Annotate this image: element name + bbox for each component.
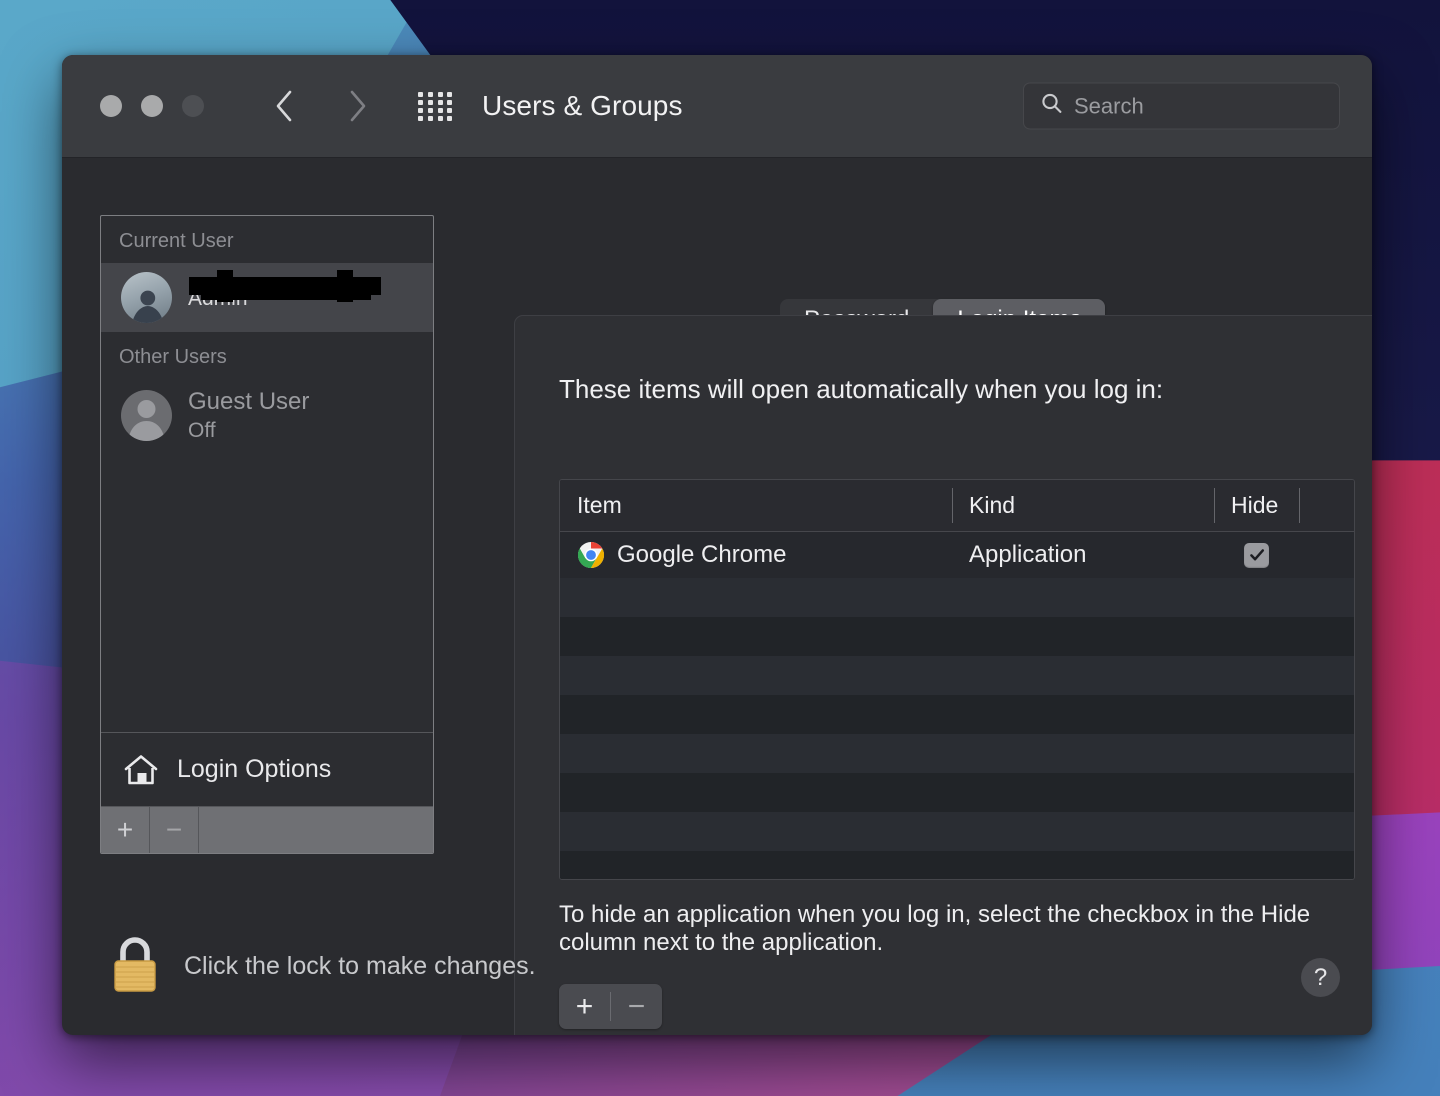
sidebar-item-login-options[interactable]: Login Options: [101, 732, 433, 806]
table-empty-row: [560, 617, 1354, 656]
cell-kind: Application: [969, 541, 1087, 568]
login-items-table: Item Kind Hide Google Chrome Application: [559, 479, 1355, 880]
item-name: Google Chrome: [617, 541, 787, 568]
minimize-button[interactable]: [141, 95, 163, 117]
column-header-item[interactable]: Item: [560, 480, 952, 531]
desktop-wallpaper: Users & Groups Current User: [0, 0, 1440, 1096]
cell-hide: [1214, 542, 1299, 568]
sidebar-item-current-user[interactable]: Admin: [101, 263, 433, 332]
search-input[interactable]: [1074, 93, 1362, 119]
avatar: [121, 390, 172, 442]
traffic-light-buttons: [100, 95, 204, 117]
current-user-header: Current User: [119, 230, 234, 252]
chrome-icon: [577, 542, 605, 569]
login-options-label: Login Options: [177, 755, 332, 783]
sidebar-toolbar: + −: [101, 806, 433, 853]
table-empty-row: [560, 734, 1354, 773]
column-header-trailing: [1299, 480, 1354, 531]
search-icon: [1040, 92, 1064, 121]
add-user-button[interactable]: +: [101, 807, 150, 853]
lock-row[interactable]: Click the lock to make changes.: [108, 935, 536, 997]
table-empty-row: [560, 773, 1354, 812]
help-button[interactable]: ?: [1301, 958, 1340, 997]
closed-lock-icon[interactable]: [108, 935, 162, 997]
table-empty-row: [560, 656, 1354, 695]
hide-checkbox[interactable]: [1244, 542, 1269, 568]
window-body: Current User Admin Other Users Guest Use…: [62, 158, 1372, 1035]
table-empty-row: [560, 851, 1354, 879]
guest-user-status: Off: [188, 419, 216, 443]
table-empty-row: [560, 695, 1354, 734]
home-icon: [124, 754, 158, 784]
column-header-kind[interactable]: Kind: [952, 480, 1214, 531]
table-row[interactable]: Google Chrome Application: [560, 532, 1354, 578]
avatar: [121, 272, 172, 323]
generic-person-icon: [128, 400, 165, 442]
users-sidebar: Current User Admin Other Users Guest Use…: [100, 215, 434, 854]
sidebar-toolbar-filler: [199, 807, 433, 853]
window-titlebar: Users & Groups: [62, 55, 1372, 158]
forward-button[interactable]: [338, 84, 378, 128]
page-title: Users & Groups: [482, 90, 683, 121]
search-field[interactable]: [1023, 82, 1362, 130]
remove-user-button[interactable]: −: [150, 807, 199, 853]
user-photo-silhouette: [131, 290, 163, 323]
back-button[interactable]: [264, 84, 304, 128]
column-header-hide[interactable]: Hide: [1214, 480, 1299, 531]
sidebar-item-guest-user[interactable]: Guest User Off: [101, 379, 433, 453]
cell-item: Google Chrome: [560, 541, 952, 569]
checkmark-icon: [1249, 549, 1264, 561]
current-user-role: Admin: [188, 286, 248, 310]
system-preferences-window: Users & Groups Current User: [62, 55, 1372, 1035]
chevron-right-icon: [350, 90, 366, 122]
guest-user-name: Guest User: [188, 388, 310, 415]
lock-message: Click the lock to make changes.: [184, 951, 536, 980]
other-users-header: Other Users: [119, 346, 227, 368]
close-button[interactable]: [100, 95, 122, 117]
show-all-grid-icon[interactable]: [416, 89, 456, 123]
table-empty-row: [560, 578, 1354, 617]
panel-heading: These items will open automatically when…: [559, 374, 1164, 404]
zoom-button[interactable]: [182, 95, 204, 117]
window-footer: Click the lock to make changes. ?: [62, 893, 1372, 1035]
table-header-row: Item Kind Hide: [560, 480, 1354, 532]
table-empty-row: [560, 812, 1354, 851]
chevron-left-icon: [276, 90, 292, 122]
